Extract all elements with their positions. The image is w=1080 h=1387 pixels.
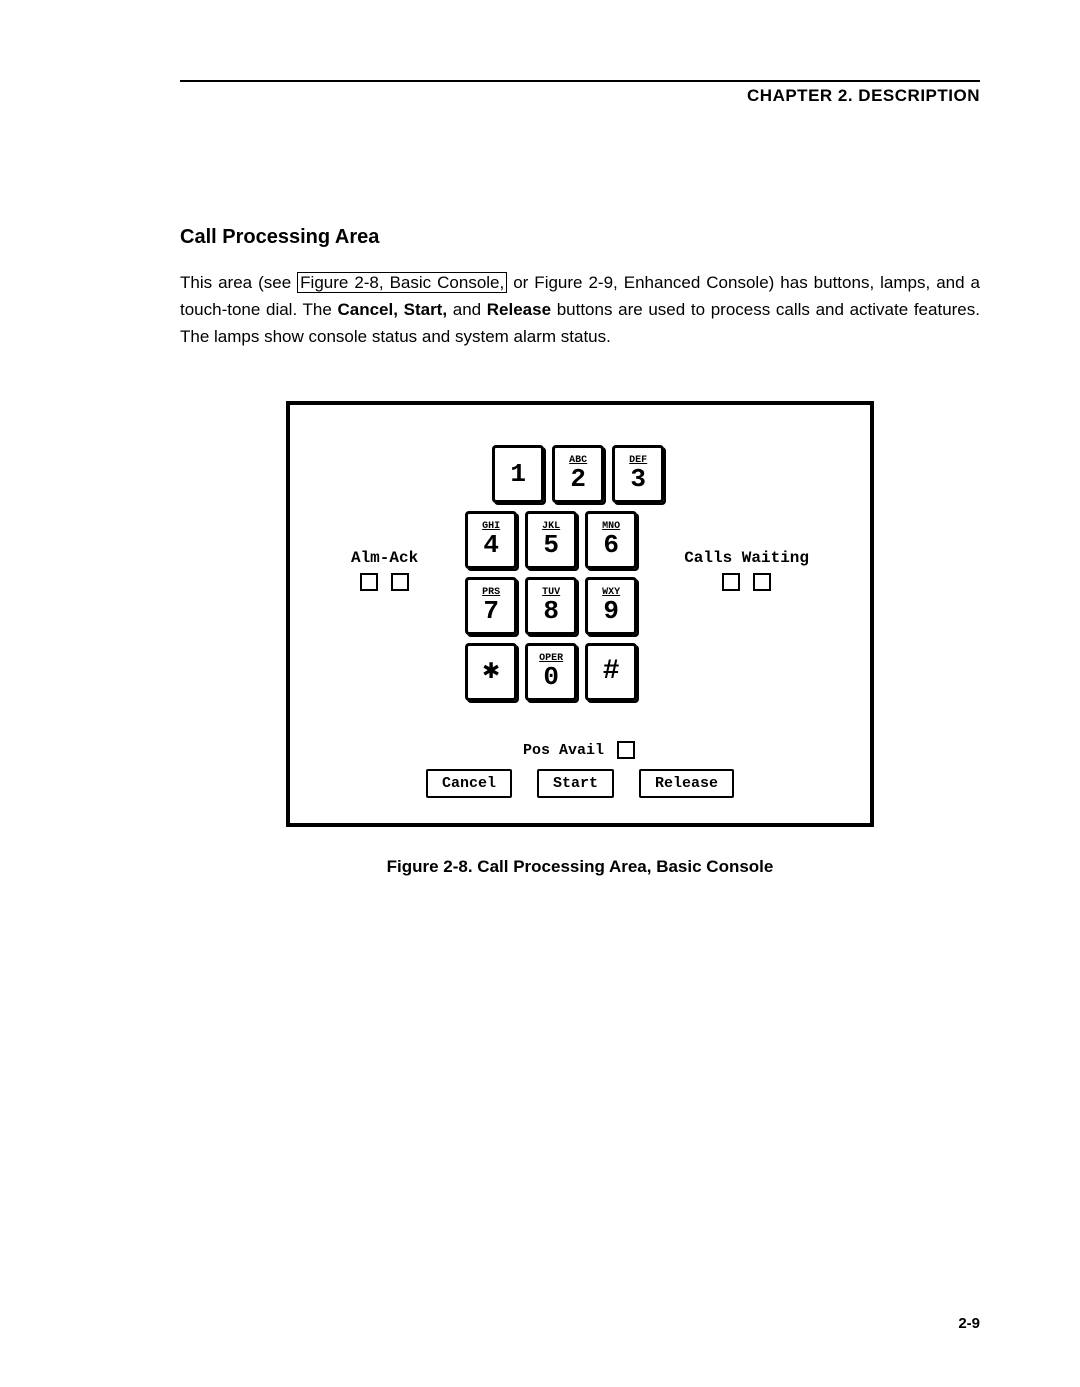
key-8[interactable]: TUV 8 xyxy=(525,577,577,635)
key-8-num: 8 xyxy=(543,598,559,624)
figure-frame: Alm-Ack 1 ABC 2 DEF xyxy=(286,401,874,827)
calls-waiting-lamp-1 xyxy=(722,573,740,591)
alm-ack-lamp-2 xyxy=(391,573,409,591)
key-3-num: 3 xyxy=(630,466,646,492)
alm-ack-text: Alm-Ack xyxy=(351,549,418,567)
cancel-button[interactable]: Cancel xyxy=(426,769,512,798)
key-6-num: 6 xyxy=(603,532,619,558)
release-button[interactable]: Release xyxy=(639,769,734,798)
text-mid2: and xyxy=(447,300,487,319)
key-5-num: 5 xyxy=(543,532,559,558)
page-number: 2-9 xyxy=(958,1315,980,1332)
key-1[interactable]: 1 xyxy=(492,445,544,503)
calls-waiting-label: Calls Waiting xyxy=(684,549,809,596)
key-3[interactable]: DEF 3 xyxy=(612,445,664,503)
key-4-num: 4 xyxy=(483,532,499,558)
body-paragraph: This area (see Figure 2-8, Basic Console… xyxy=(180,269,980,351)
key-star[interactable]: ✱ xyxy=(465,643,517,701)
key-hash[interactable]: # xyxy=(585,643,637,701)
key-4[interactable]: GHI 4 xyxy=(465,511,517,569)
figure-caption: Figure 2-8. Call Processing Area, Basic … xyxy=(180,857,980,877)
key-6[interactable]: MNO 6 xyxy=(585,511,637,569)
key-9[interactable]: WXY 9 xyxy=(585,577,637,635)
section-title: Call Processing Area xyxy=(180,226,980,249)
alm-ack-lamp-1 xyxy=(360,573,378,591)
key-9-num: 9 xyxy=(603,598,619,624)
key-1-num: 1 xyxy=(510,461,526,487)
keypad: 1 ABC 2 DEF 3 GHI 4 xyxy=(438,445,664,701)
pos-avail-text: Pos Avail xyxy=(523,742,604,759)
key-7-num: 7 xyxy=(483,598,499,624)
start-button[interactable]: Start xyxy=(537,769,614,798)
calls-waiting-text: Calls Waiting xyxy=(684,549,809,567)
key-star-sym: ✱ xyxy=(483,658,500,686)
text-pre: This area (see xyxy=(180,273,297,292)
key-0-num: 0 xyxy=(543,664,559,690)
key-2-num: 2 xyxy=(570,466,586,492)
key-0[interactable]: OPER 0 xyxy=(525,643,577,701)
key-5[interactable]: JKL 5 xyxy=(525,511,577,569)
key-7[interactable]: PRS 7 xyxy=(465,577,517,635)
calls-waiting-lamp-2 xyxy=(753,573,771,591)
key-2[interactable]: ABC 2 xyxy=(552,445,604,503)
pos-avail-label: Pos Avail xyxy=(320,741,840,759)
pos-avail-lamp xyxy=(617,741,635,759)
chapter-header: CHAPTER 2. DESCRIPTION xyxy=(180,86,980,106)
key-hash-sym: # xyxy=(603,658,620,686)
bold-release: Release xyxy=(487,300,551,319)
bold-cancel-start: Cancel, Start, xyxy=(337,300,447,319)
figure-link[interactable]: Figure 2-8, Basic Console, xyxy=(297,272,507,293)
alm-ack-label: Alm-Ack xyxy=(351,549,418,596)
